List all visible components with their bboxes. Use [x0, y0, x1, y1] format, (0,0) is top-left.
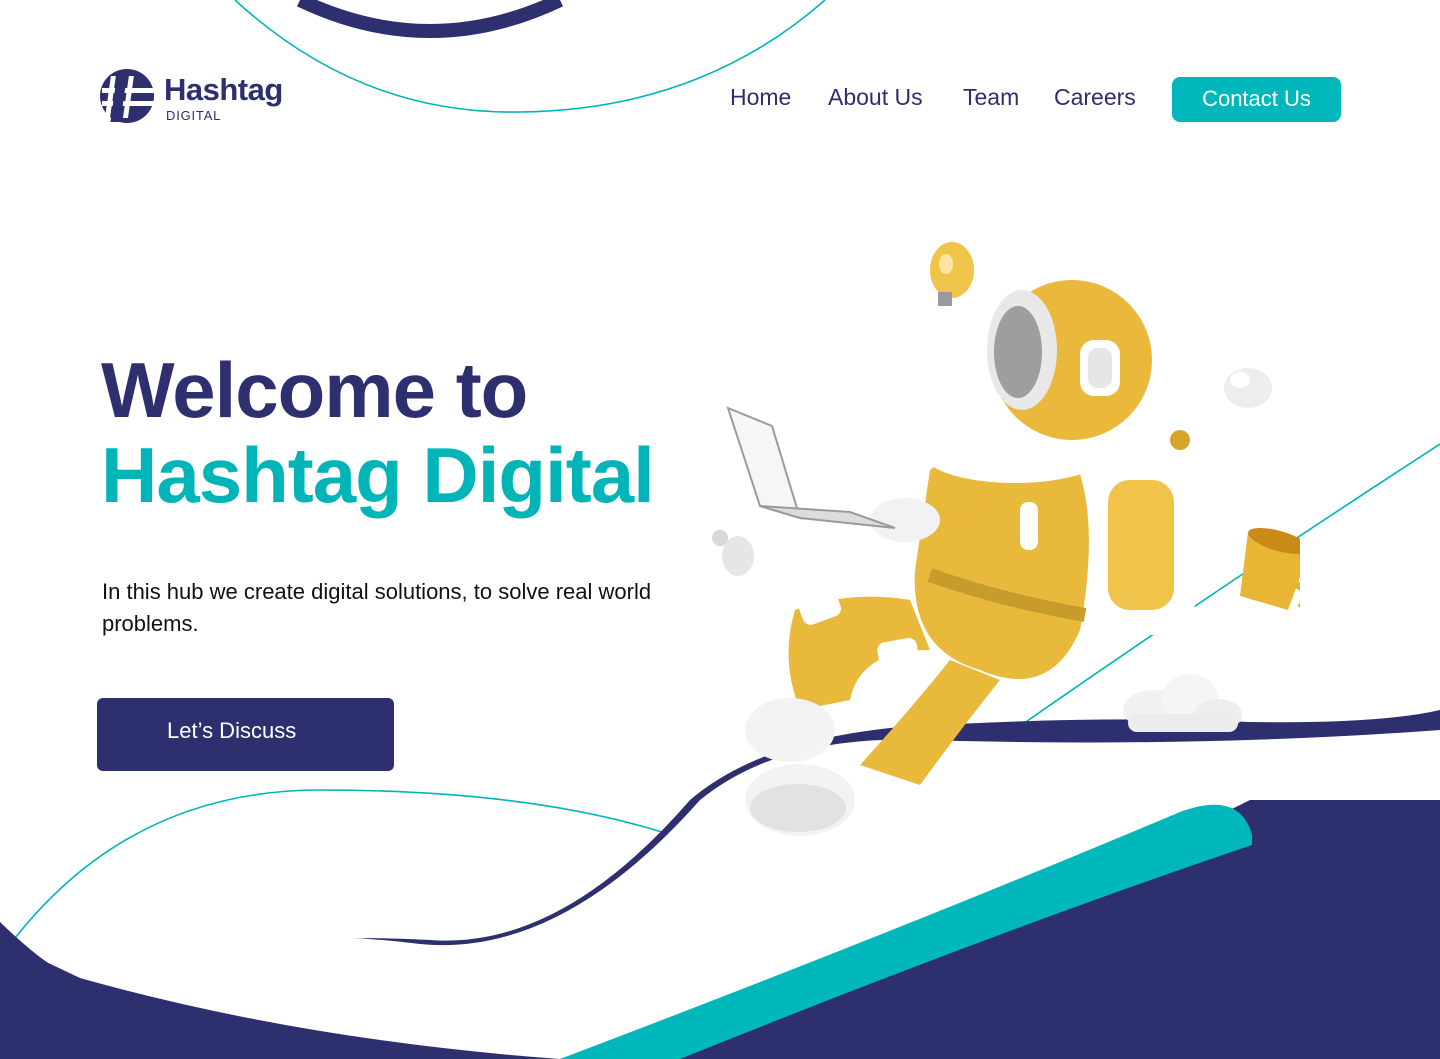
brand-logo[interactable]: Hashtag DIGITAL	[100, 68, 300, 128]
cloud-icon	[1123, 674, 1242, 732]
brand-subtitle: DIGITAL	[166, 108, 222, 123]
nav-item-team[interactable]: Team	[963, 84, 1019, 111]
hero-description: In this hub we create digital solutions,…	[102, 579, 652, 636]
nav-item-careers[interactable]: Careers	[1054, 84, 1136, 111]
contact-us-button[interactable]: Contact Us	[1172, 77, 1341, 122]
lightbulb-icon	[930, 242, 974, 306]
nav-item-about-us[interactable]: About Us	[828, 84, 923, 111]
laptop-icon	[726, 406, 896, 529]
hero-title-line1: Welcome to	[101, 346, 528, 434]
helmet-icon	[987, 280, 1152, 440]
hashtag-logo-icon	[100, 69, 154, 123]
lets-discuss-button[interactable]: Let’s Discuss	[97, 698, 394, 771]
brand-name: Hashtag	[164, 72, 283, 107]
astronaut-with-laptop-icon	[712, 242, 1300, 836]
boot-icon	[745, 698, 855, 836]
mug-icon	[1240, 527, 1300, 610]
hero-title-line2: Hashtag Digital	[101, 431, 655, 519]
nav-item-home[interactable]: Home	[730, 84, 791, 111]
top-navy-arc	[296, 0, 564, 38]
